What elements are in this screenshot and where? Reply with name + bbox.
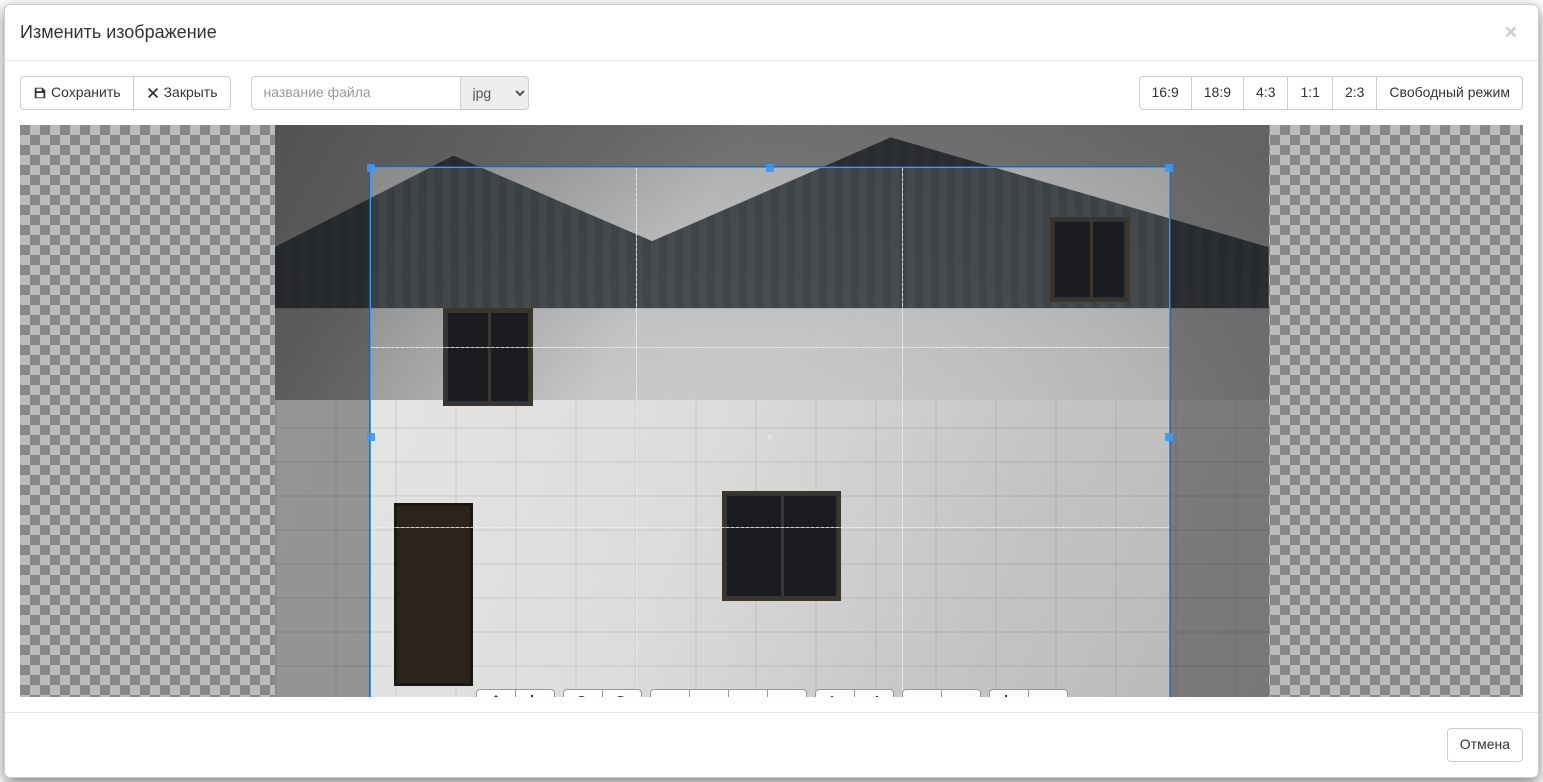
- aspect-ratio-group: 16:9 18:9 4:3 1:1 2:3 Свободный режим: [1139, 76, 1523, 110]
- aspect-free[interactable]: Свободный режим: [1376, 76, 1523, 110]
- apply-crop-button[interactable]: [989, 689, 1029, 697]
- save-button[interactable]: Сохранить: [20, 76, 134, 110]
- flip-horizontal-icon: [914, 695, 930, 697]
- rotate-ccw-button[interactable]: [815, 689, 855, 697]
- flip-horizontal-button[interactable]: [902, 689, 942, 697]
- move-icon: [488, 695, 504, 697]
- close-icon[interactable]: ×: [1499, 21, 1523, 44]
- crop-box[interactable]: +: [370, 167, 1170, 697]
- cancel-button[interactable]: Отмена: [1447, 728, 1523, 762]
- move-button[interactable]: [476, 689, 516, 697]
- image-stage[interactable]: +: [275, 125, 1269, 697]
- save-label: Сохранить: [51, 83, 121, 103]
- modal-body: Сохранить Закрыть jpg png webp: [5, 61, 1538, 712]
- aspect-4-3[interactable]: 4:3: [1243, 76, 1288, 110]
- aspect-18-9[interactable]: 18:9: [1191, 76, 1244, 110]
- arrow-up-icon: [740, 695, 756, 697]
- crop-handle-r[interactable]: [1165, 433, 1173, 441]
- pan-down-button[interactable]: [767, 689, 807, 697]
- modal-title: Изменить изображение: [20, 20, 217, 45]
- toolbar: Сохранить Закрыть jpg png webp: [20, 76, 1523, 110]
- image-canvas[interactable]: +: [20, 125, 1523, 697]
- crop-center-icon: +: [765, 432, 775, 442]
- rotate-ccw-icon: [827, 695, 843, 697]
- modal-footer: Отмена: [5, 712, 1538, 777]
- crop-icon: [527, 695, 543, 697]
- aspect-16-9[interactable]: 16:9: [1139, 76, 1192, 110]
- crop-button[interactable]: [515, 689, 555, 697]
- crop-handle-t[interactable]: [766, 164, 774, 172]
- modal-header: Изменить изображение ×: [5, 5, 1538, 61]
- save-close-group: Сохранить Закрыть: [20, 76, 231, 110]
- filename-input[interactable]: [251, 76, 461, 110]
- x-icon: [146, 86, 160, 100]
- canvas-tool-dock: [476, 689, 1068, 697]
- rotate-cw-icon: [866, 695, 882, 697]
- flip-vertical-button[interactable]: [941, 689, 981, 697]
- toolbar-right: 16:9 18:9 4:3 1:1 2:3 Свободный режим: [1139, 76, 1523, 110]
- edit-image-modal: Изменить изображение × Сохранить: [4, 4, 1539, 778]
- filename-group: jpg png webp: [251, 76, 529, 110]
- close-button[interactable]: Закрыть: [133, 76, 231, 110]
- zoom-out-icon: [614, 695, 630, 697]
- arrow-left-icon: [662, 695, 678, 697]
- crop-apply-icon: [1001, 695, 1017, 697]
- crop-handle-tl[interactable]: [367, 164, 375, 172]
- arrow-right-icon: [701, 695, 717, 697]
- clear-button[interactable]: [1028, 689, 1068, 697]
- flip-vertical-icon: [953, 695, 969, 697]
- zoom-in-icon: [575, 695, 591, 697]
- crop-handle-l[interactable]: [367, 433, 375, 441]
- clear-icon: [1040, 695, 1056, 697]
- pan-right-button[interactable]: [689, 689, 729, 697]
- zoom-in-button[interactable]: [563, 689, 603, 697]
- close-label: Закрыть: [164, 83, 218, 103]
- aspect-2-3[interactable]: 2:3: [1332, 76, 1377, 110]
- crop-handle-tr[interactable]: [1165, 164, 1173, 172]
- pan-left-button[interactable]: [650, 689, 690, 697]
- toolbar-left: Сохранить Закрыть jpg png webp: [20, 76, 529, 110]
- arrow-down-icon: [779, 695, 795, 697]
- extension-select[interactable]: jpg png webp: [461, 76, 529, 110]
- zoom-out-button[interactable]: [602, 689, 642, 697]
- aspect-1-1[interactable]: 1:1: [1287, 76, 1332, 110]
- pan-up-button[interactable]: [728, 689, 768, 697]
- save-icon: [33, 86, 47, 100]
- rotate-cw-button[interactable]: [854, 689, 894, 697]
